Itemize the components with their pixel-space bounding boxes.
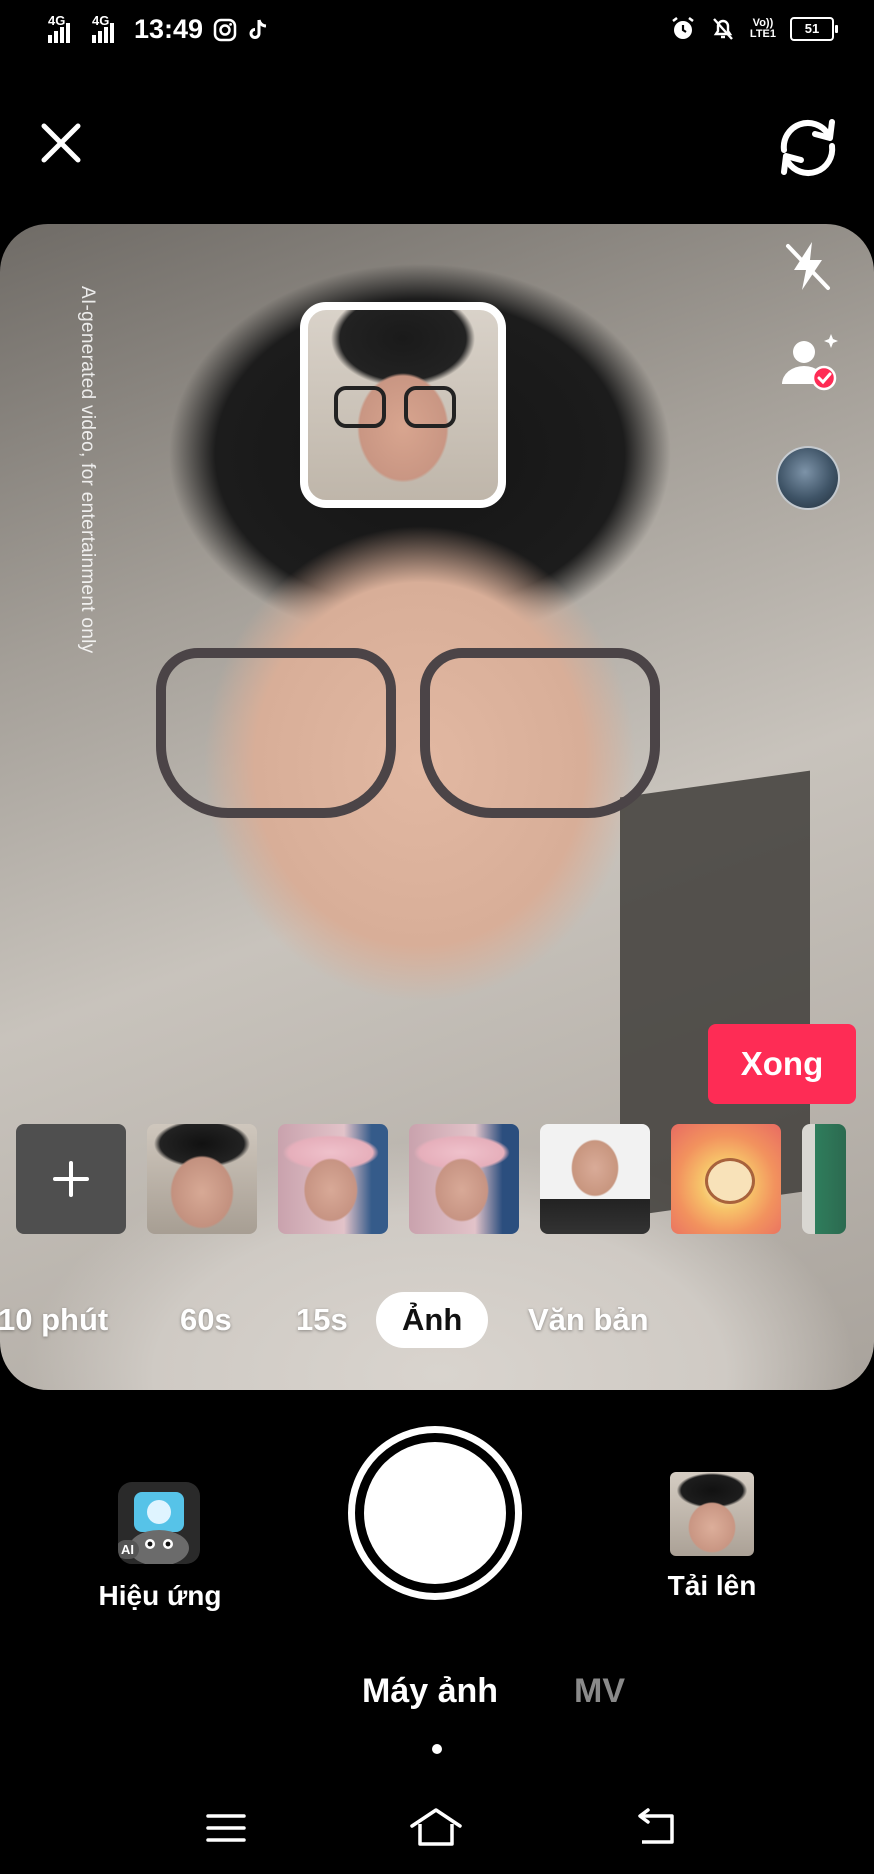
photo-thumbnail[interactable]: [802, 1124, 846, 1234]
done-button[interactable]: Xong: [708, 1024, 856, 1104]
mode-60s[interactable]: 60s: [180, 1292, 232, 1348]
shutter-button[interactable]: [348, 1426, 522, 1600]
avatar[interactable]: [776, 446, 840, 510]
face-select-icon[interactable]: [776, 332, 842, 398]
clock: 13:49: [134, 14, 204, 44]
effects-button[interactable]: AI Hiệu ứng: [90, 1480, 230, 1620]
photo-tray: [16, 1124, 874, 1236]
photo-thumbnail[interactable]: [409, 1124, 519, 1234]
mode-photo[interactable]: Ảnh: [376, 1292, 489, 1348]
mute-bell-icon: [713, 18, 733, 40]
status-bar: 4G 4G 13:49 Vo)) LTE1 51: [0, 0, 874, 64]
mode-text[interactable]: Văn bản: [528, 1292, 649, 1348]
signal-2-icon: 4G: [92, 13, 114, 43]
photo-thumbnail[interactable]: [147, 1124, 257, 1234]
upload-thumbnail: [670, 1472, 754, 1556]
status-left: 4G 4G 13:49: [48, 13, 269, 45]
ai-badge: AI: [118, 1540, 139, 1559]
upload-label: Tải lên: [667, 1570, 757, 1601]
photo-thumbnail[interactable]: [278, 1124, 388, 1234]
upload-button[interactable]: Tải lên: [640, 1472, 780, 1612]
tab-mv[interactable]: MV: [574, 1672, 625, 1711]
active-tab-indicator: [432, 1744, 442, 1754]
status-right: Vo)) LTE1 51: [670, 16, 838, 42]
mode-15s[interactable]: 15s: [296, 1292, 348, 1348]
home-icon[interactable]: [408, 1804, 464, 1848]
battery-icon: 51: [790, 17, 838, 41]
photo-thumbnail[interactable]: [671, 1124, 781, 1234]
ai-disclaimer: AI-generated video, for entertainment on…: [77, 286, 98, 654]
flip-camera-icon[interactable]: [770, 112, 846, 182]
close-icon[interactable]: [36, 118, 86, 168]
volte-indicator: Vo)) LTE1: [749, 17, 776, 40]
subject-glasses-left: [156, 648, 396, 818]
mode-10-minutes[interactable]: 10 phút: [0, 1292, 108, 1348]
effects-label: Hiệu ứng: [98, 1580, 222, 1611]
camera-preview[interactable]: AI-generated video, for entertainment on…: [0, 224, 874, 1390]
alarm-icon: [672, 17, 694, 39]
signal-1-icon: 4G: [48, 13, 70, 43]
tab-camera[interactable]: Máy ảnh: [362, 1672, 498, 1711]
tiktok-icon: [249, 19, 267, 39]
plus-icon: [53, 1161, 89, 1197]
subject-glasses-right: [420, 648, 660, 818]
flash-off-icon[interactable]: [780, 238, 836, 294]
instagram-icon: [213, 18, 237, 41]
mode-selector: 10 phút 60s 15s Ảnh Văn bản: [0, 1292, 874, 1352]
effects-icon: AI: [118, 1482, 200, 1564]
add-photo-button[interactable]: [16, 1124, 126, 1234]
reference-face-image: [300, 302, 506, 508]
back-icon[interactable]: [634, 1808, 678, 1848]
photo-thumbnail[interactable]: [540, 1124, 650, 1234]
menu-icon[interactable]: [206, 1808, 246, 1848]
